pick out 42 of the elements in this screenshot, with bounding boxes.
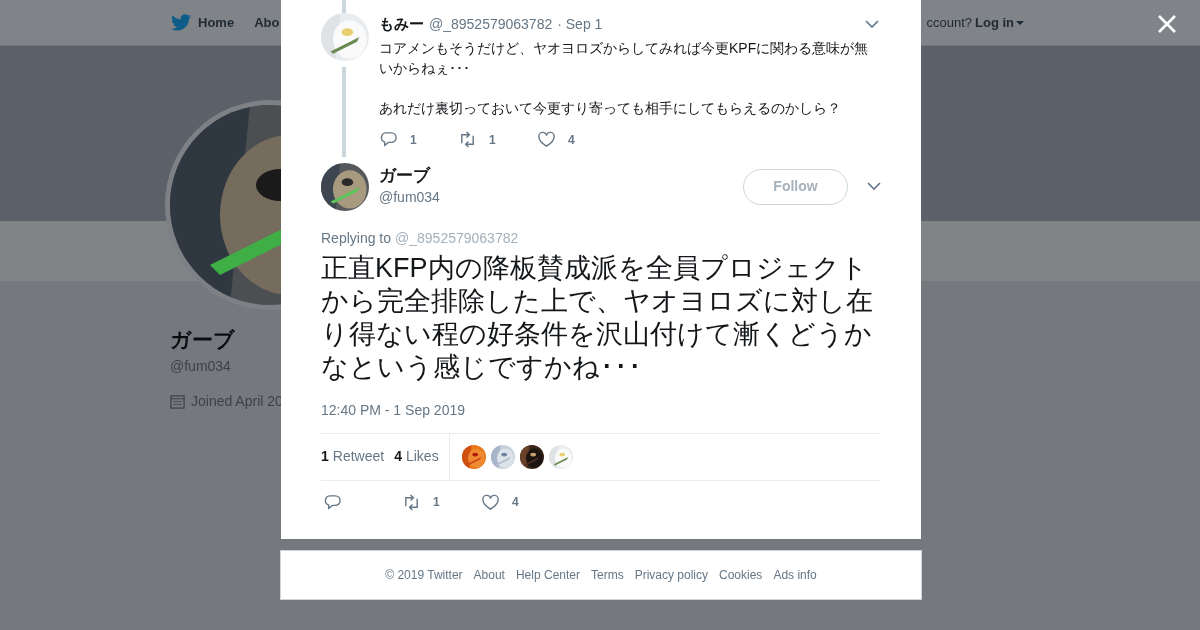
- author-handle[interactable]: @_8952579063782: [429, 13, 553, 35]
- footer-link[interactable]: Cookies: [719, 566, 763, 584]
- nav-link[interactable]: Abo: [254, 12, 280, 33]
- author-name[interactable]: もみー: [379, 13, 424, 36]
- close-icon[interactable]: [1156, 13, 1178, 35]
- heart-icon[interactable]: [481, 492, 500, 512]
- tweet-text: 正直KFP内の降板賛成派を全員プロジェクトから完全排除した上で、ヤオヨロズに対し在り得ない程の好条件を沢山付けて漸くどうかなという感じですかね･･･: [321, 251, 874, 384]
- nav-link[interactable]: Home: [198, 12, 235, 33]
- action-count: 4: [568, 131, 575, 149]
- heart-icon[interactable]: [537, 130, 556, 149]
- action-count: 4: [512, 494, 519, 511]
- action-count: 1: [433, 494, 440, 511]
- stat-count: 4: [394, 447, 402, 466]
- calendar-icon: [170, 394, 185, 409]
- author-handle[interactable]: @fum034: [379, 187, 440, 208]
- footer-link[interactable]: Ads info: [773, 566, 817, 584]
- caret-icon: [1016, 20, 1024, 25]
- footer-link[interactable]: Help Center: [515, 566, 580, 584]
- chevron-icon[interactable]: [867, 182, 881, 191]
- footer-link[interactable]: About: [473, 566, 505, 584]
- stat-count: 1: [321, 447, 329, 466]
- tweet-text: あれだけ裏切っておいて今更すり寄っても相手にしてもらえるのかしら？: [379, 98, 842, 118]
- tweet-timestamp: 12:40 PM - 1 Sep 2019: [321, 400, 466, 420]
- retweet-icon[interactable]: [458, 130, 477, 149]
- login-prompt: ccount?: [926, 13, 972, 32]
- retweet-icon[interactable]: [402, 492, 421, 512]
- stat-label: Likes: [405, 447, 439, 466]
- author-name[interactable]: ガーブ: [379, 165, 440, 187]
- copyright-text: © 2019 Twitter: [385, 567, 463, 584]
- profile-handle: @fum034: [170, 357, 232, 376]
- action-count: 1: [489, 131, 496, 149]
- reply-icon[interactable]: [379, 130, 398, 149]
- footer-link[interactable]: Terms: [591, 566, 624, 584]
- footer-link[interactable]: Privacy policy: [634, 566, 708, 584]
- profile-name: ガーブ: [170, 327, 236, 353]
- login-link[interactable]: Log in: [975, 12, 1024, 33]
- action-count: 1: [410, 131, 417, 149]
- chevron-icon[interactable]: [865, 19, 879, 29]
- stat-label: Retweet: [332, 447, 385, 466]
- reply-icon[interactable]: [323, 492, 342, 512]
- tweet-date[interactable]: · Sep 1: [557, 13, 603, 35]
- tweet-text: コアメンもそうだけど、ヤオヨロズからしてみれば今更KPFに関わる意味が無いからねぇ･･･: [379, 38, 870, 78]
